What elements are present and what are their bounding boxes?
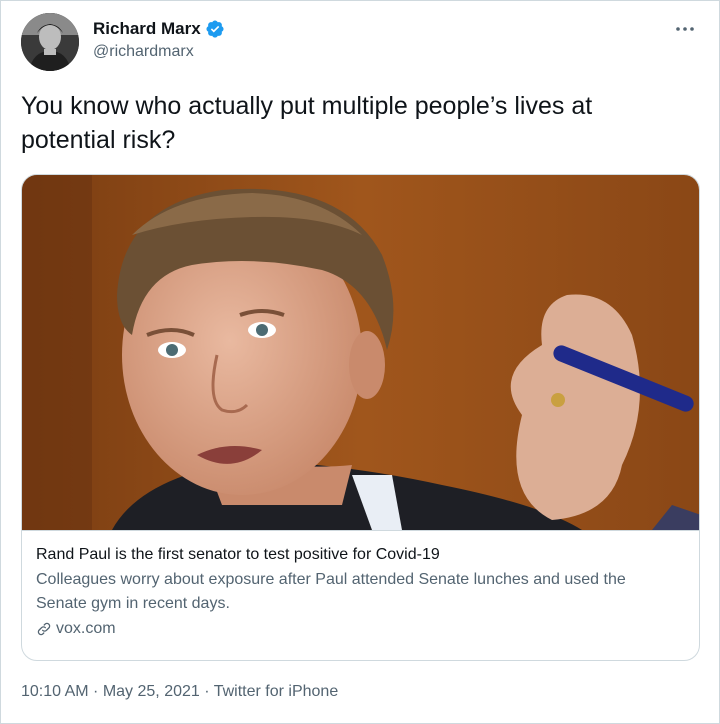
- card-description: Colleagues worry about exposure after Pa…: [36, 571, 626, 612]
- tweet-date[interactable]: May 25, 2021: [103, 683, 200, 700]
- verified-badge-icon: [206, 20, 224, 38]
- tweet-text: You know who actually put multiple peopl…: [21, 92, 593, 154]
- author-names: Richard Marx @richardmarx: [93, 19, 225, 61]
- display-name-row: Richard Marx: [93, 19, 225, 39]
- link-icon: [37, 622, 51, 636]
- tweet-header: Richard Marx @richardmarx: [21, 13, 699, 73]
- card-title: Rand Paul is the first senator to test p…: [36, 546, 440, 563]
- tweet-time[interactable]: 10:10 AM: [21, 683, 89, 700]
- card-domain: vox.com: [36, 620, 687, 638]
- avatar-photo-icon: [21, 13, 79, 71]
- more-options-icon[interactable]: [673, 19, 697, 39]
- tweet: Richard Marx @richardmarx You know who a…: [0, 0, 720, 724]
- avatar[interactable]: [21, 13, 79, 71]
- link-card[interactable]: Rand Paul is the first senator to test p…: [21, 174, 700, 661]
- card-image[interactable]: [22, 175, 699, 530]
- tweet-meta: 10:10 AM · May 25, 2021 · Twitter for iP…: [21, 683, 338, 701]
- news-photo-icon: [22, 175, 699, 530]
- card-body[interactable]: Rand Paul is the first senator to test p…: [22, 530, 699, 660]
- handle[interactable]: @richardmarx: [93, 43, 225, 61]
- display-name[interactable]: Richard Marx: [93, 19, 201, 39]
- meta-separator: ·: [199, 683, 214, 700]
- tweet-source[interactable]: Twitter for iPhone: [214, 683, 339, 700]
- meta-separator: ·: [88, 683, 103, 700]
- card-domain-text: vox.com: [56, 620, 116, 637]
